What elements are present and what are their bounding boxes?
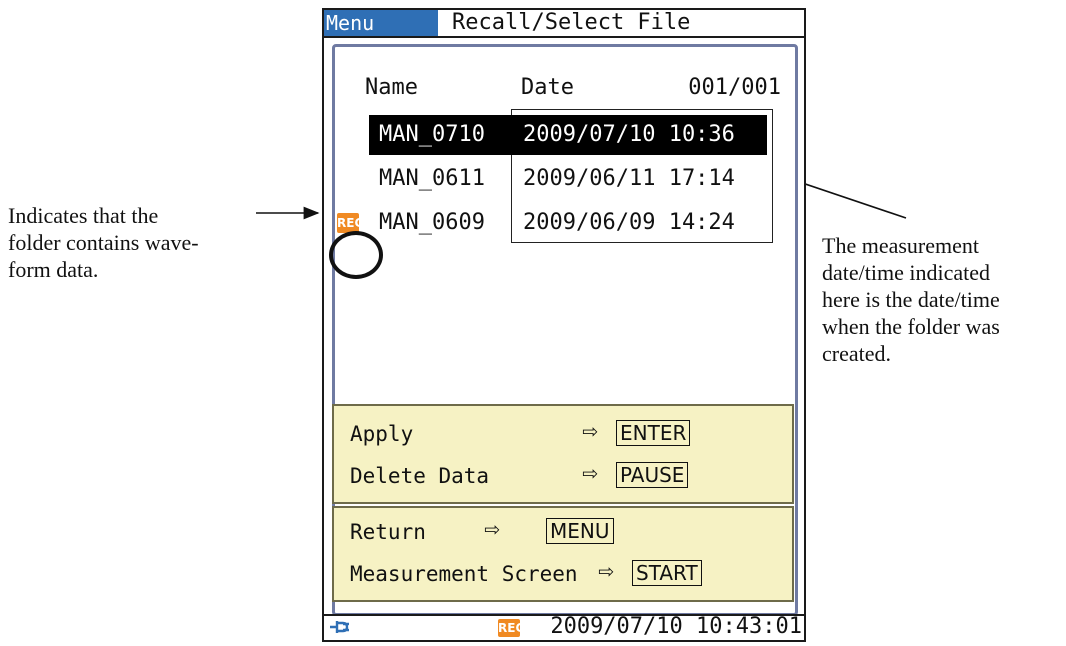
rec-status-icon: REC xyxy=(498,619,525,637)
enter-key[interactable]: ENTER xyxy=(616,420,691,446)
arrow-right-icon: ⇨ xyxy=(598,556,614,586)
file-name: MAN_0710 xyxy=(369,115,519,155)
column-header-date: Date xyxy=(521,75,574,100)
highlight-circle xyxy=(329,231,383,279)
status-datetime: 2009/07/10 10:43:01 xyxy=(550,614,802,639)
file-row[interactable]: MAN_0710 2009/07/10 10:36 xyxy=(369,115,767,155)
start-key[interactable]: START xyxy=(632,560,702,586)
column-header-name: Name xyxy=(365,75,418,100)
action-box-top: Apply ⇨ ENTER Delete Data ⇨ PAUSE xyxy=(332,404,794,504)
screen-title: Recall/Select File xyxy=(452,10,691,35)
status-bar: REC 2009/07/10 10:43:01 xyxy=(324,614,804,640)
file-row[interactable]: MAN_0609 2009/06/09 14:24 xyxy=(369,203,767,243)
rec-icon: REC xyxy=(337,213,363,233)
menu-tab[interactable]: Menu xyxy=(324,10,438,36)
title-bar: Menu Recall/Select File xyxy=(324,10,804,38)
pause-key[interactable]: PAUSE xyxy=(616,462,689,488)
delete-data-label: Delete Data xyxy=(350,464,490,488)
file-name: MAN_0609 xyxy=(379,210,485,235)
arrow-right-icon: ⇨ xyxy=(582,458,598,488)
plug-icon xyxy=(330,621,349,633)
menu-key[interactable]: MENU xyxy=(546,518,614,544)
file-row[interactable]: MAN_0611 2009/06/11 17:14 xyxy=(369,159,767,199)
arrow-right-icon: ⇨ xyxy=(582,416,598,446)
file-name: MAN_0611 xyxy=(379,166,485,191)
file-date: 2009/07/10 10:36 xyxy=(515,115,767,155)
apply-label: Apply xyxy=(350,422,414,446)
measurement-screen-label: Measurement Screen xyxy=(350,562,578,586)
return-label: Return xyxy=(350,520,426,544)
arrow-right-icon: ⇨ xyxy=(484,514,500,544)
action-box-bottom: Return ⇨ MENU Measurement Screen ⇨ START xyxy=(332,506,794,602)
file-date: 2009/06/11 17:14 xyxy=(523,166,735,191)
page-counter: 001/001 xyxy=(688,75,781,100)
device-screen: Menu Recall/Select File Name Date 001/00… xyxy=(322,8,806,642)
file-date: 2009/06/09 14:24 xyxy=(523,210,735,235)
